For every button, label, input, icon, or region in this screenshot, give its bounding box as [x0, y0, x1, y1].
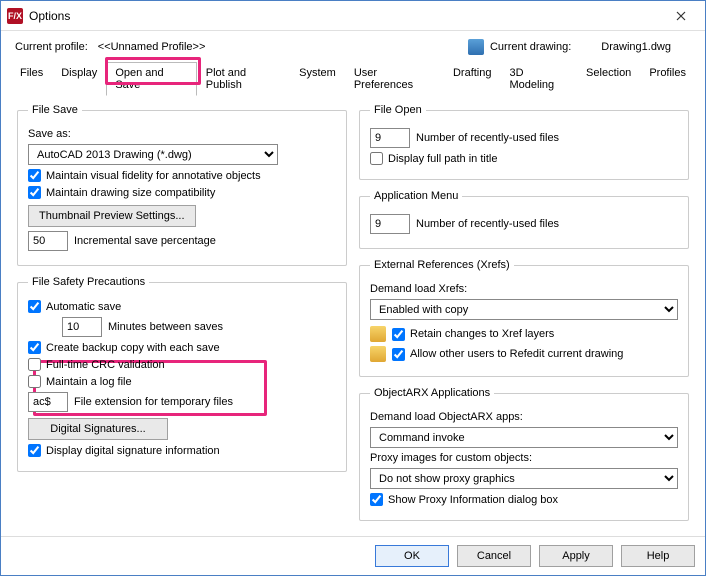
- group-objectarx: ObjectARX Applications Demand load Objec…: [359, 387, 689, 521]
- maintain-size-checkbox[interactable]: Maintain drawing size compatibility: [28, 186, 215, 199]
- legend-file-open: File Open: [370, 104, 426, 116]
- tab-selection[interactable]: Selection: [577, 62, 640, 96]
- maintain-log-checkbox[interactable]: Maintain a log file: [28, 375, 132, 388]
- group-file-safety: File Safety Precautions Automatic save M…: [17, 276, 347, 472]
- retain-xref-checkbox[interactable]: Retain changes to Xref layers: [392, 328, 554, 341]
- current-profile-value: <<Unnamed Profile>>: [98, 41, 206, 53]
- minutes-between-saves-label: Minutes between saves: [108, 321, 223, 333]
- automatic-save-checkbox[interactable]: Automatic save: [28, 300, 121, 313]
- tab-user-preferences[interactable]: User Preferences: [345, 62, 444, 96]
- incremental-save-input[interactable]: [28, 231, 68, 251]
- apply-button[interactable]: Apply: [539, 545, 613, 567]
- tab-display[interactable]: Display: [52, 62, 106, 96]
- titlebar: F/X Options: [1, 1, 705, 31]
- legend-file-safety: File Safety Precautions: [28, 276, 149, 288]
- minutes-between-saves-input[interactable]: [62, 317, 102, 337]
- xref-icon-2: [370, 346, 386, 362]
- app-menu-recent-input[interactable]: [370, 214, 410, 234]
- app-menu-recent-label: Number of recently-used files: [416, 218, 559, 230]
- group-file-save: File Save Save as: AutoCAD 2013 Drawing …: [17, 104, 347, 266]
- legend-file-save: File Save: [28, 104, 82, 116]
- current-profile-label: Current profile:: [15, 41, 88, 53]
- create-backup-checkbox[interactable]: Create backup copy with each save: [28, 341, 220, 354]
- current-drawing-value: Drawing1.dwg: [601, 41, 671, 53]
- tab-profiles[interactable]: Profiles: [640, 62, 695, 96]
- temp-file-ext-label: File extension for temporary files: [74, 396, 233, 408]
- options-dialog: F/X Options Current profile: <<Unnamed P…: [0, 0, 706, 576]
- help-button[interactable]: Help: [621, 545, 695, 567]
- save-as-select[interactable]: AutoCAD 2013 Drawing (*.dwg): [28, 144, 278, 165]
- tab-drafting[interactable]: Drafting: [444, 62, 501, 96]
- group-application-menu: Application Menu Number of recently-used…: [359, 190, 689, 249]
- recent-files-label: Number of recently-used files: [416, 132, 559, 144]
- thumbnail-preview-button[interactable]: Thumbnail Preview Settings...: [28, 205, 196, 227]
- save-as-label: Save as:: [28, 128, 71, 140]
- display-signature-checkbox[interactable]: Display digital signature information: [28, 444, 220, 457]
- xref-icon: [370, 326, 386, 342]
- ok-button[interactable]: OK: [375, 545, 449, 567]
- demand-load-xrefs-label: Demand load Xrefs:: [370, 283, 467, 295]
- tab-system[interactable]: System: [290, 62, 345, 96]
- maintain-visual-checkbox[interactable]: Maintain visual fidelity for annotative …: [28, 169, 261, 182]
- full-path-checkbox[interactable]: Display full path in title: [370, 152, 497, 165]
- demand-load-arx-label: Demand load ObjectARX apps:: [370, 411, 523, 423]
- legend-app-menu: Application Menu: [370, 190, 462, 202]
- tab-files[interactable]: Files: [11, 62, 52, 96]
- recent-files-input[interactable]: [370, 128, 410, 148]
- proxy-images-label: Proxy images for custom objects:: [370, 452, 532, 464]
- tab-open-and-save[interactable]: Open and Save: [106, 62, 196, 96]
- legend-xrefs: External References (Xrefs): [370, 259, 514, 271]
- cancel-button[interactable]: Cancel: [457, 545, 531, 567]
- show-proxy-dialog-checkbox[interactable]: Show Proxy Information dialog box: [370, 493, 558, 506]
- dialog-buttons: OK Cancel Apply Help: [1, 536, 705, 575]
- group-xrefs: External References (Xrefs) Demand load …: [359, 259, 689, 377]
- app-icon: F/X: [7, 8, 23, 24]
- close-icon: [676, 11, 686, 21]
- allow-refedit-checkbox[interactable]: Allow other users to Refedit current dra…: [392, 348, 623, 361]
- digital-signatures-button[interactable]: Digital Signatures...: [28, 418, 168, 440]
- drawing-icon: [468, 39, 484, 55]
- proxy-images-select[interactable]: Do not show proxy graphics: [370, 468, 678, 489]
- close-button[interactable]: [661, 2, 701, 30]
- legend-objectarx: ObjectARX Applications: [370, 387, 494, 399]
- window-title: Options: [29, 9, 661, 23]
- demand-load-arx-select[interactable]: Command invoke: [370, 427, 678, 448]
- demand-load-xrefs-select[interactable]: Enabled with copy: [370, 299, 678, 320]
- group-file-open: File Open Number of recently-used files …: [359, 104, 689, 180]
- current-drawing-label: Current drawing:: [490, 41, 571, 53]
- temp-file-ext-input[interactable]: [28, 392, 68, 412]
- incremental-save-label: Incremental save percentage: [74, 235, 216, 247]
- profile-row: Current profile: <<Unnamed Profile>> Cur…: [11, 35, 695, 61]
- tab-plot-and-publish[interactable]: Plot and Publish: [197, 62, 290, 96]
- tab-3d-modeling[interactable]: 3D Modeling: [501, 62, 578, 96]
- tab-bar: Files Display Open and Save Plot and Pub…: [11, 61, 695, 96]
- crc-validation-checkbox[interactable]: Full-time CRC validation: [28, 358, 165, 371]
